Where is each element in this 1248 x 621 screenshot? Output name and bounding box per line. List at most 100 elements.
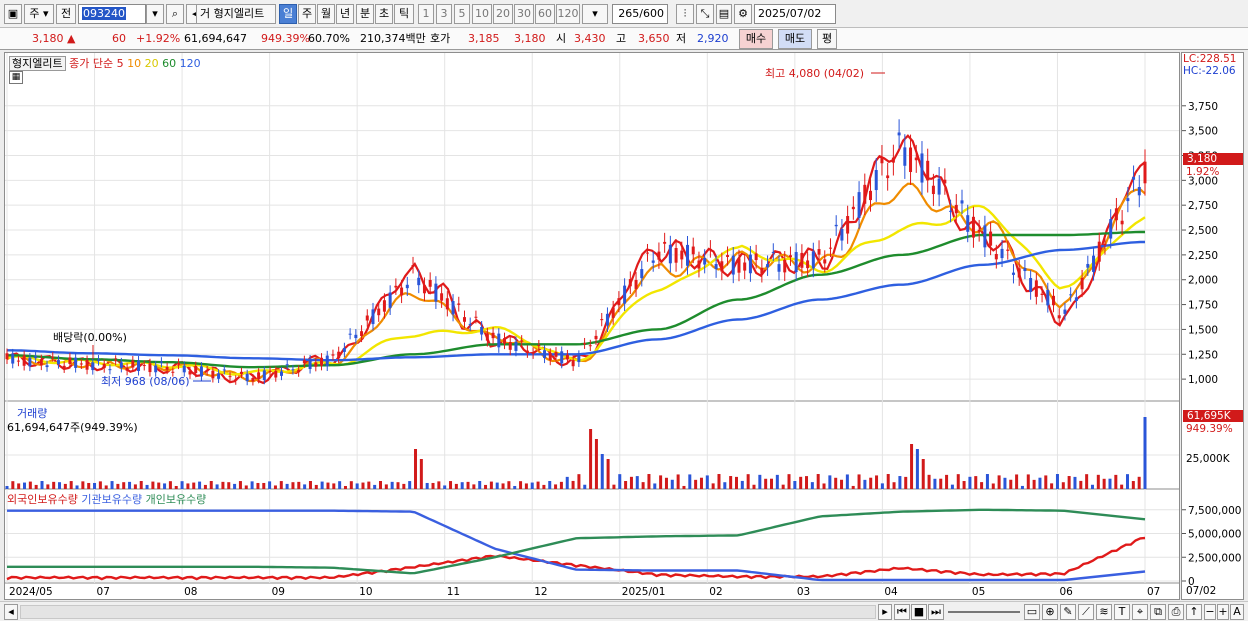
minute-opt-1[interactable]: 1 — [418, 4, 434, 24]
search-icon[interactable]: ⌕ — [166, 4, 184, 24]
layout-icon[interactable]: ▭ — [1024, 604, 1040, 620]
minute-opt-30[interactable]: 30 — [514, 4, 534, 24]
draw-icon[interactable]: ✎ — [1060, 604, 1076, 620]
minute-opt-60[interactable]: 60 — [535, 4, 555, 24]
candle-type-icon[interactable]: ⫶ — [676, 4, 694, 24]
volume-bar — [624, 480, 628, 489]
bottom-scrollbar[interactable]: ◂ ▸ ⏮ ■ ⏭ ▭ ⊕ ✎ ⟋ ≋ T ⌖ ⧉ ⎙ ↑ − + A — [0, 601, 1248, 621]
save-icon[interactable]: ▤ — [716, 4, 732, 24]
scroll-right-icon[interactable]: ▸ — [878, 604, 892, 620]
text-tool-icon[interactable]: T — [1114, 604, 1130, 620]
candle-body — [794, 252, 798, 273]
scroll-left-icon[interactable]: ◂ — [4, 604, 18, 620]
candle-body — [16, 360, 20, 362]
evaluate-button[interactable]: 평 — [817, 29, 837, 49]
candle-body — [966, 215, 970, 232]
volume-bar — [606, 459, 610, 489]
fast-forward-icon[interactable]: ⏭ — [928, 604, 944, 620]
period-day[interactable]: 일 — [279, 4, 297, 24]
gear-icon[interactable]: ⚙ — [734, 4, 752, 24]
volume-bar — [472, 484, 476, 489]
open-price: 3,430 — [574, 32, 606, 45]
volume-bar — [489, 481, 493, 489]
market-select[interactable]: 주 ▾ — [24, 4, 54, 24]
candle-body — [766, 264, 770, 268]
chart-svg[interactable]: 최고 4,080 (04/02) 최저 968 (08/06) 배당락(0.00%)… — [5, 53, 1179, 599]
volume-bar — [542, 484, 546, 489]
volume-bar — [968, 476, 972, 489]
legend-stock-name[interactable]: 형지엘리트 — [9, 56, 66, 71]
candle-body — [354, 334, 358, 339]
candle-body — [743, 262, 747, 271]
volume-bar — [1067, 476, 1071, 489]
buy-button[interactable]: 매수 — [739, 29, 773, 49]
legend-ma-10: 10 — [127, 57, 142, 70]
candle-body — [806, 260, 810, 269]
zoom-plus-icon[interactable]: + — [1217, 604, 1229, 620]
font-size-icon[interactable]: A — [1230, 604, 1244, 620]
holding-tick-label: 7,500,000 — [1188, 505, 1241, 517]
x-tick-label: 08 — [184, 586, 197, 598]
count-input[interactable]: 265/600 — [612, 4, 668, 24]
scroll-track[interactable] — [20, 605, 876, 619]
volume-bar — [886, 474, 890, 489]
volume-bar — [653, 483, 657, 489]
period-year[interactable]: 년 — [336, 4, 354, 24]
magnet-icon[interactable]: ⌖ — [1132, 604, 1148, 620]
ma-line-60 — [7, 230, 1145, 369]
sell-button[interactable]: 매도 — [778, 29, 812, 49]
candle-body — [34, 356, 38, 359]
candle-body — [548, 353, 552, 361]
candle-body — [119, 362, 123, 368]
minute-opt-120[interactable]: 120 — [556, 4, 580, 24]
code-dropdown-icon[interactable]: ▾ — [146, 4, 164, 24]
y-tick-label: 1,250 — [1188, 349, 1218, 361]
volume-bar — [840, 479, 844, 489]
candle-body — [777, 264, 781, 272]
code-input[interactable]: 093240 — [78, 4, 146, 24]
period-second[interactable]: 초 — [375, 4, 393, 24]
zoom-in-icon[interactable]: ↑ — [1186, 604, 1202, 620]
print-icon[interactable]: ⎙ — [1168, 604, 1184, 620]
minute-opt-20[interactable]: 20 — [493, 4, 513, 24]
volume-bar — [950, 484, 954, 489]
current-price: 3,180 ▲ — [32, 32, 76, 45]
rewind-icon[interactable]: ⏮ — [894, 604, 910, 620]
volume-bar — [740, 480, 744, 489]
chart-area[interactable]: 최고 4,080 (04/02) 최저 968 (08/06) 배당락(0.00%)… — [4, 52, 1180, 600]
minute-opt-3[interactable]: 3 — [436, 4, 452, 24]
prev-button[interactable]: 전 — [56, 4, 76, 24]
candle-body — [897, 132, 901, 136]
fibo-icon[interactable]: ≋ — [1096, 604, 1112, 620]
stop-icon[interactable]: ■ — [911, 604, 927, 620]
zoom-out-icon[interactable]: − — [1204, 604, 1216, 620]
minute-opt-5[interactable]: 5 — [454, 4, 470, 24]
trend-icon[interactable]: ⟋ — [1078, 604, 1094, 620]
zoom-slider[interactable] — [948, 611, 1020, 613]
period-tick[interactable]: 틱 — [394, 4, 414, 24]
copy-icon[interactable]: ⧉ — [1150, 604, 1166, 620]
candle-body — [320, 357, 324, 366]
indicator-icon[interactable]: ⊕ — [1042, 604, 1058, 620]
period-month[interactable]: 월 — [317, 4, 335, 24]
volume-bar — [116, 483, 120, 489]
candle-body — [388, 292, 392, 308]
x-tick-label: 09 — [272, 586, 285, 598]
minute-opt-10[interactable]: 10 — [472, 4, 492, 24]
volume-bar — [659, 475, 663, 489]
date-value: 2025/07/02 — [758, 7, 822, 20]
candle-body — [1006, 249, 1010, 251]
volume-bar — [63, 483, 67, 489]
turnover-value: 60.70% — [308, 32, 350, 45]
compare-icon[interactable]: ⤡ — [696, 4, 714, 24]
table-icon[interactable]: ▦ — [9, 71, 23, 84]
window-icon[interactable]: ▣ — [4, 4, 22, 24]
period-week[interactable]: 주 — [298, 4, 316, 24]
custom-period-dropdown[interactable]: ▾ — [582, 4, 608, 24]
candle-body — [1057, 315, 1061, 319]
stock-name-field[interactable]: 거 형지엘리트 — [196, 4, 276, 24]
candle-body — [394, 285, 398, 288]
date-input[interactable]: 2025/07/02 — [754, 4, 836, 24]
candle-body — [840, 229, 844, 241]
period-minute[interactable]: 분 — [356, 4, 374, 24]
